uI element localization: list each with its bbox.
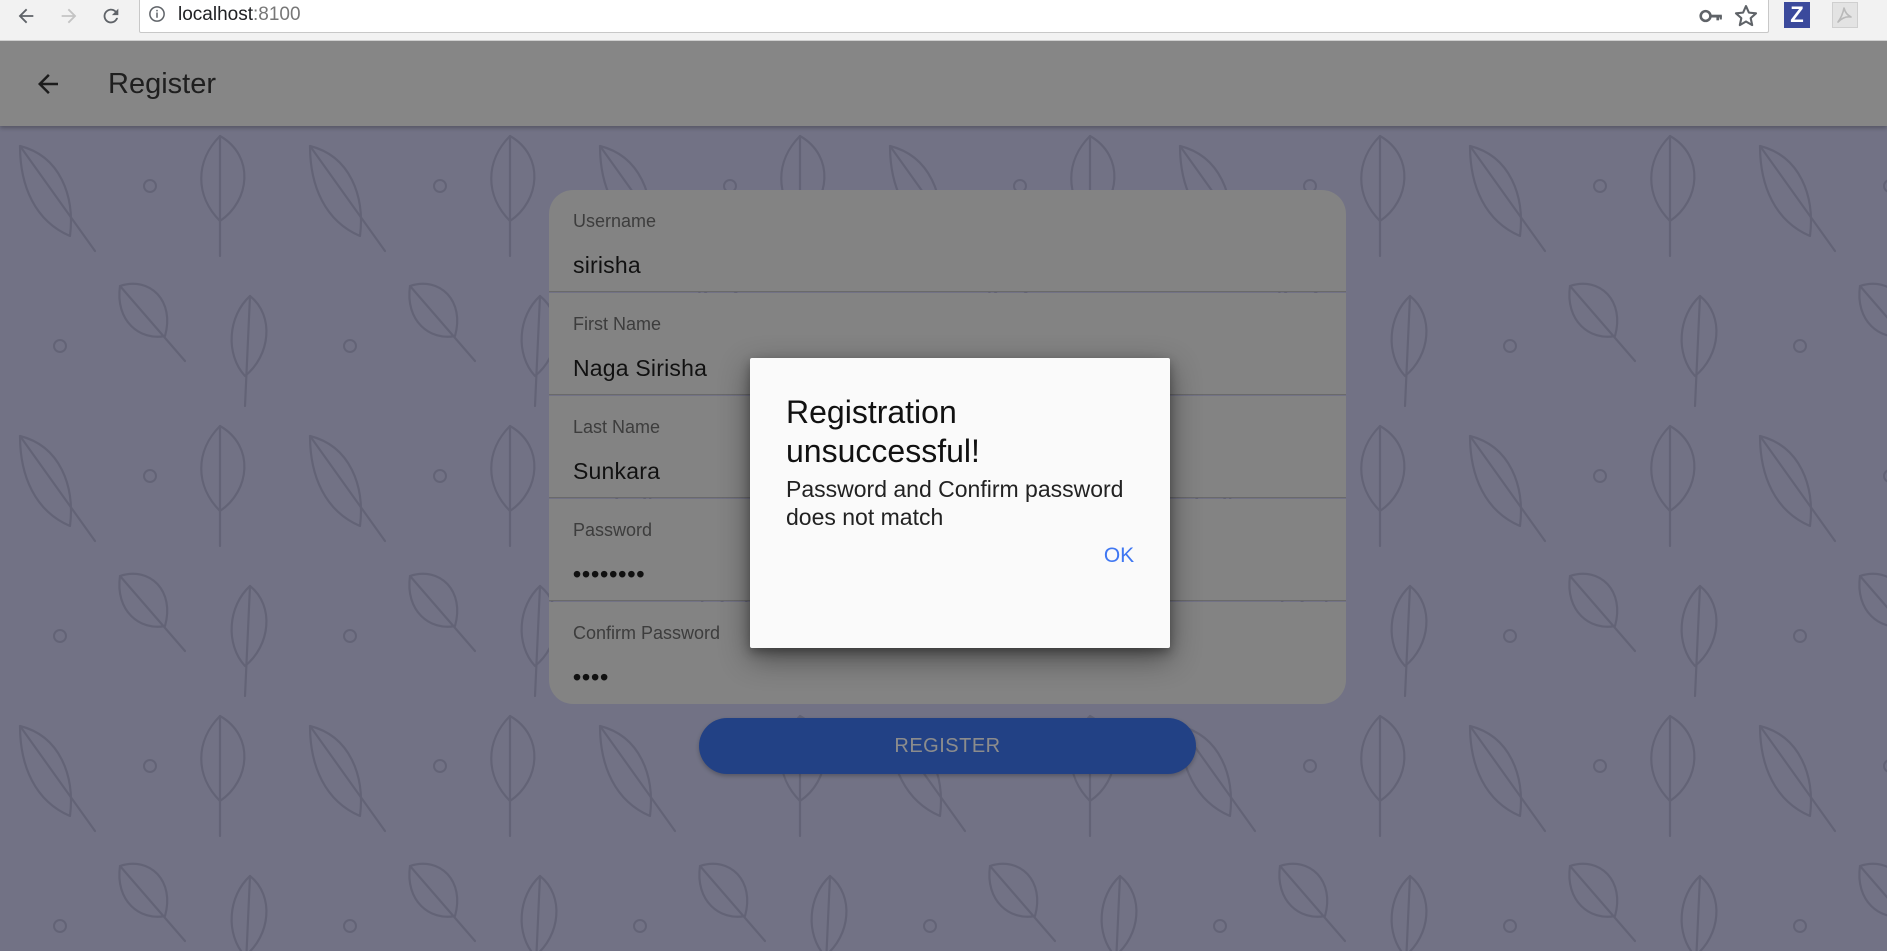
ok-button[interactable]: OK	[1084, 536, 1154, 576]
pdf-extension-icon[interactable]	[1832, 2, 1858, 28]
key-icon[interactable]	[1698, 3, 1724, 29]
reload-icon	[103, 8, 119, 24]
dialog-message: Password and Confirm password does not m…	[786, 476, 1124, 530]
browser-toolbar: localhost:8100 Z	[0, 0, 1887, 41]
url-text: localhost:8100	[178, 3, 301, 27]
browser-forward-button[interactable]	[55, 2, 83, 30]
z-extension-icon[interactable]: Z	[1784, 2, 1810, 28]
url-host: localhost	[178, 4, 253, 25]
arrow-right-icon	[61, 8, 77, 24]
acrobat-icon	[1837, 7, 1852, 23]
error-dialog: Registration unsuccessful! Password and …	[750, 358, 1170, 648]
address-bar[interactable]: localhost:8100	[139, 0, 1769, 33]
url-port: :8100	[253, 4, 301, 25]
app-window: Register Username sirisha First Name Nag…	[0, 41, 1887, 951]
info-icon[interactable]	[148, 5, 166, 23]
star-icon[interactable]	[1732, 2, 1760, 30]
browser-back-button[interactable]	[12, 2, 40, 30]
arrow-left-icon	[18, 8, 34, 24]
reload-button[interactable]	[97, 2, 125, 30]
dialog-title: Registration unsuccessful!	[786, 394, 980, 469]
